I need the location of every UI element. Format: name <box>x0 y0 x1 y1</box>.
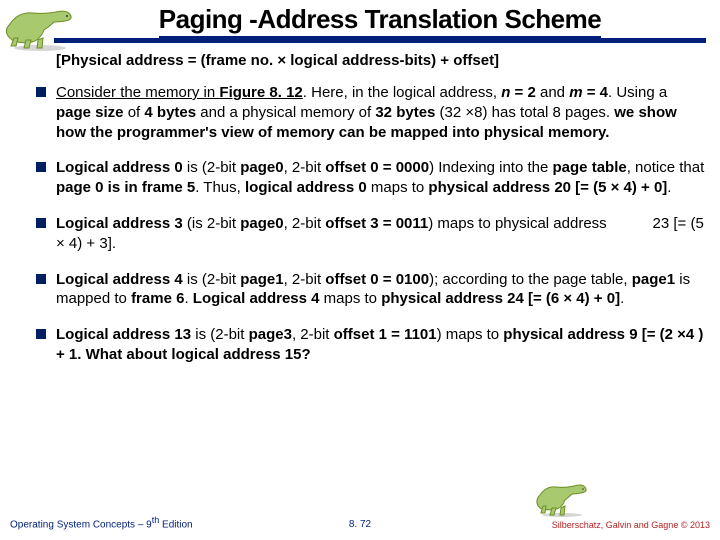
footer-page-number: 8. 72 <box>349 519 371 530</box>
bullet-icon <box>36 162 46 172</box>
bullet-item: Consider the memory in Figure 8. 12. Her… <box>54 83 706 142</box>
header: Paging -Address Translation Scheme <box>0 0 720 35</box>
bullet-item: Logical address 0 is (2-bit page0, 2-bit… <box>54 158 706 198</box>
bullet-icon <box>36 329 46 339</box>
bullet-icon <box>36 87 46 97</box>
footer-right: Silberschatz, Galvin and Gagne © 2013 <box>552 520 710 530</box>
slide: Paging -Address Translation Scheme [Phys… <box>0 0 720 540</box>
page-title: Paging -Address Translation Scheme <box>70 4 690 35</box>
bullet-icon <box>36 274 46 284</box>
bullet-text: Logical address 4 is (2-bit page1, 2-bit… <box>56 270 706 310</box>
footer-left: Operating System Concepts – 9th Edition <box>10 515 193 530</box>
footer: Operating System Concepts – 9th Edition … <box>0 510 720 532</box>
bullet-text: Consider the memory in Figure 8. 12. Her… <box>56 83 706 142</box>
subheading: [Physical address = (frame no. × logical… <box>56 52 706 69</box>
bullet-text: Logical address 0 is (2-bit page0, 2-bit… <box>56 158 706 198</box>
bullet-item: Logical address 13 is (2-bit page3, 2-bi… <box>54 325 706 365</box>
bullet-text: Logical address 13 is (2-bit page3, 2-bi… <box>56 325 706 365</box>
bullet-icon <box>36 218 46 228</box>
dinosaur-left-icon <box>2 2 74 52</box>
title-rule <box>54 38 706 43</box>
bullet-item: Logical address 3 (is 2-bit page0, 2-bit… <box>54 214 706 254</box>
bullet-item: Logical address 4 is (2-bit page1, 2-bit… <box>54 270 706 310</box>
content-area: [Physical address = (frame no. × logical… <box>54 52 706 381</box>
bullet-text: Logical address 3 (is 2-bit page0, 2-bit… <box>56 214 706 254</box>
